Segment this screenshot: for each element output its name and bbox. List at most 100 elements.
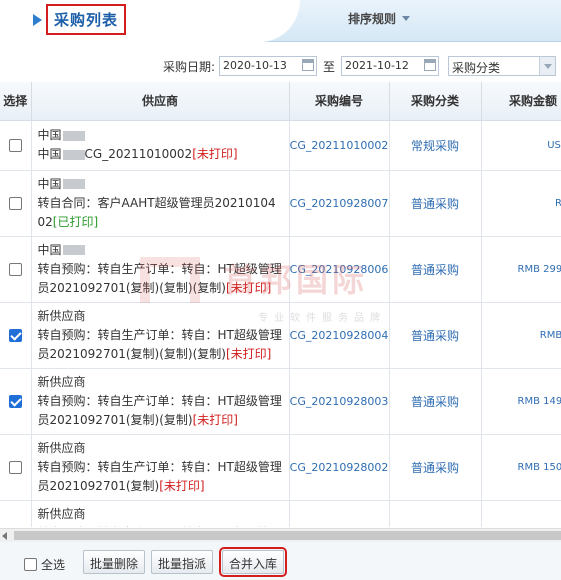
- supplier-cell: 新供应商转自预购：转自生产订单：转自：HT超级管理员2021092701(复制)…: [31, 368, 290, 435]
- supplier-note: 转自合同：客户AAHT超级管理员2021010402[已打印]: [38, 194, 283, 232]
- row-select-cell: [0, 120, 32, 171]
- row-checkbox[interactable]: [8, 329, 22, 342]
- footer-toolbar: 全选 批量删除 批量指派 合并入库: [0, 542, 561, 580]
- purchase-code-link[interactable]: CG_20210928004: [289, 302, 390, 369]
- purchase-category: 普通采购: [389, 170, 482, 237]
- redacted-text: [62, 149, 85, 160]
- print-status-badge: [已打印]: [52, 214, 99, 229]
- table-row[interactable]: 中国中国 CG_20211010002[未打印] CG_20211010002 常规采…: [0, 120, 561, 171]
- sort-rule-dropdown[interactable]: 排序规则: [348, 10, 411, 27]
- category-select-value: 采购分类: [452, 61, 501, 75]
- row-checkbox[interactable]: [8, 395, 22, 408]
- scroll-left-icon[interactable]: [2, 532, 7, 540]
- table-row[interactable]: 新供应商转自预购：转自生产订单：转自：HT超级管理员2021092701(复制)…: [0, 368, 561, 435]
- chevron-down-icon: [539, 57, 555, 75]
- column-header-supplier[interactable]: 供应商: [31, 82, 290, 121]
- purchase-category: 常规采购: [389, 120, 482, 171]
- purchase-amount: USD 33: [481, 120, 561, 171]
- supplier-name: 中国: [38, 175, 283, 194]
- sort-rule-label: 排序规则: [348, 12, 397, 26]
- purchase-amount: RMB 220: [481, 302, 561, 369]
- table-row[interactable]: 中国 转自预购：转自生产订单：转自：HT超级管理员2021092701(复制)(复…: [0, 236, 561, 303]
- supplier-note: 转自预购：转自生产订单：转自：HT超级管理员2021092701(复制)(复制)…: [38, 326, 283, 364]
- select-all-checkbox[interactable]: [24, 558, 37, 571]
- print-status-badge: [未打印]: [192, 412, 238, 427]
- column-header-amount[interactable]: 采购金额: [481, 82, 561, 121]
- print-status-badge: [未打印]: [225, 346, 272, 361]
- batch-assign-button[interactable]: 批量指派: [151, 550, 214, 574]
- supplier-note: 转自预购：转自生产订单：转自：HT超级管理员2021092701(复制)(复制)…: [38, 392, 283, 430]
- row-select-cell: [0, 170, 32, 237]
- supplier-cell: 中国转自合同：客户AAHT超级管理员2021010402[已打印]: [31, 170, 290, 237]
- supplier-cell: 中国 转自预购：转自生产订单：转自：HT超级管理员2021092701(复制)(复…: [31, 236, 290, 303]
- to-label: 至: [323, 60, 336, 74]
- row-checkbox[interactable]: [8, 139, 22, 152]
- supplier-name: 新供应商: [38, 505, 283, 524]
- purchase-category: 普通采购: [389, 500, 482, 527]
- redacted-text: [62, 179, 85, 189]
- supplier-note: 转自预购：转自生产订单：转自：HT超级管理员2021092701[未打印]: [38, 524, 283, 528]
- title-wrap: 采购列表: [33, 4, 127, 35]
- purchase-code-link[interactable]: CG_20210928001: [289, 500, 390, 527]
- print-status-badge: [未打印]: [159, 478, 205, 493]
- supplier-cell: 新供应商转自预购：转自生产订单：转自：HT超级管理员2021092701(复制)…: [31, 302, 290, 369]
- row-checkbox[interactable]: [8, 263, 22, 276]
- supplier-name-text: 中国: [37, 128, 62, 142]
- supplier-note-text: 转自预购：转自生产订单：转自：HT超级管理员2021092701: [38, 526, 282, 528]
- column-header-code[interactable]: 采购编号: [289, 82, 390, 121]
- calendar-icon[interactable]: [302, 59, 314, 71]
- supplier-name: 中国: [38, 126, 283, 145]
- purchase-category: 普通采购: [389, 236, 482, 303]
- purchase-amount: RMB 6,000,0: [481, 500, 561, 527]
- purchase-amount: RMB (: [481, 170, 561, 237]
- supplier-name: 新供应商: [38, 439, 283, 458]
- merge-stock-in-button[interactable]: 合并入库: [218, 547, 288, 577]
- row-checkbox[interactable]: [8, 461, 22, 474]
- purchase-amount: RMB 299,500: [481, 236, 561, 303]
- purchase-code-link[interactable]: CG_20210928002: [289, 434, 390, 501]
- supplier-note: 中国 CG_20211010002[未打印]: [38, 145, 283, 164]
- row-select-cell: [0, 368, 32, 435]
- table-row[interactable]: 中国转自合同：客户AAHT超级管理员2021010402[已打印] CG_2021…: [0, 170, 561, 237]
- table-row[interactable]: 新供应商 转自预购：转自生产订单：转自：HT超级管理员2021092701(复制)…: [0, 434, 561, 501]
- table-row[interactable]: 新供应商转自预购：转自生产订单：转自：HT超级管理员2021092701(复制)…: [0, 302, 561, 369]
- purchase-code-link[interactable]: CG_20210928003: [289, 368, 390, 435]
- print-status-badge: [未打印]: [192, 147, 238, 161]
- arrow-right-icon: [33, 13, 42, 26]
- column-header-select: 选择: [0, 82, 32, 121]
- page-header: 采购列表 排序规则: [0, 0, 561, 42]
- supplier-name-text: 新供应商: [37, 374, 86, 389]
- table-row[interactable]: 新供应商转自预购：转自生产订单：转自：HT超级管理员2021092701[未打印…: [0, 500, 561, 527]
- purchase-amount: RMB 150,000: [481, 434, 561, 501]
- supplier-note-text: 转自预购：转自生产订单：转自：HT超级管理员2021092701(复制)(复制): [37, 393, 282, 427]
- row-checkbox[interactable]: [8, 197, 22, 210]
- supplier-name-text: 新供应商: [37, 308, 86, 323]
- supplier-name-text: 中国: [37, 176, 62, 191]
- table-header-row: 选择 供应商 采购编号 采购分类 采购金额: [0, 82, 561, 121]
- supplier-name: 中国: [38, 241, 283, 260]
- supplier-name: 新供应商: [38, 373, 283, 392]
- batch-delete-button[interactable]: 批量删除: [83, 550, 146, 574]
- purchase-amount: RMB 149,500: [481, 368, 561, 435]
- purchase-code-link[interactable]: CG_20211010002: [289, 120, 390, 171]
- row-select-cell: [0, 434, 32, 501]
- purchase-category: 普通采购: [389, 368, 482, 435]
- select-all-label: 全选: [41, 558, 66, 572]
- purchase-code-link[interactable]: CG_20210928007: [289, 170, 390, 237]
- purchase-category: 普通采购: [389, 302, 482, 369]
- purchase-date-label: 采购日期:: [163, 60, 216, 74]
- row-select-cell: [0, 302, 32, 369]
- scrollbar-thumb[interactable]: [14, 531, 561, 540]
- purchase-code-link[interactable]: CG_20210928006: [289, 236, 390, 303]
- row-select-cell: [0, 236, 32, 303]
- supplier-name-text: 新供应商: [37, 440, 86, 455]
- horizontal-scrollbar[interactable]: [0, 528, 561, 542]
- column-header-category[interactable]: 采购分类: [389, 82, 482, 121]
- supplier-cell: 新供应商 转自预购：转自生产订单：转自：HT超级管理员2021092701(复制)…: [31, 434, 290, 501]
- calendar-icon[interactable]: [424, 59, 436, 71]
- supplier-name: 新供应商: [38, 307, 283, 326]
- purchase-table: 选择 供应商 采购编号 采购分类 采购金额 中国 中国 CG_20211010002…: [0, 82, 561, 527]
- select-all[interactable]: 全选: [24, 556, 65, 573]
- category-select[interactable]: 采购分类: [448, 56, 556, 76]
- supplier-name-text: 新供应商: [37, 506, 86, 521]
